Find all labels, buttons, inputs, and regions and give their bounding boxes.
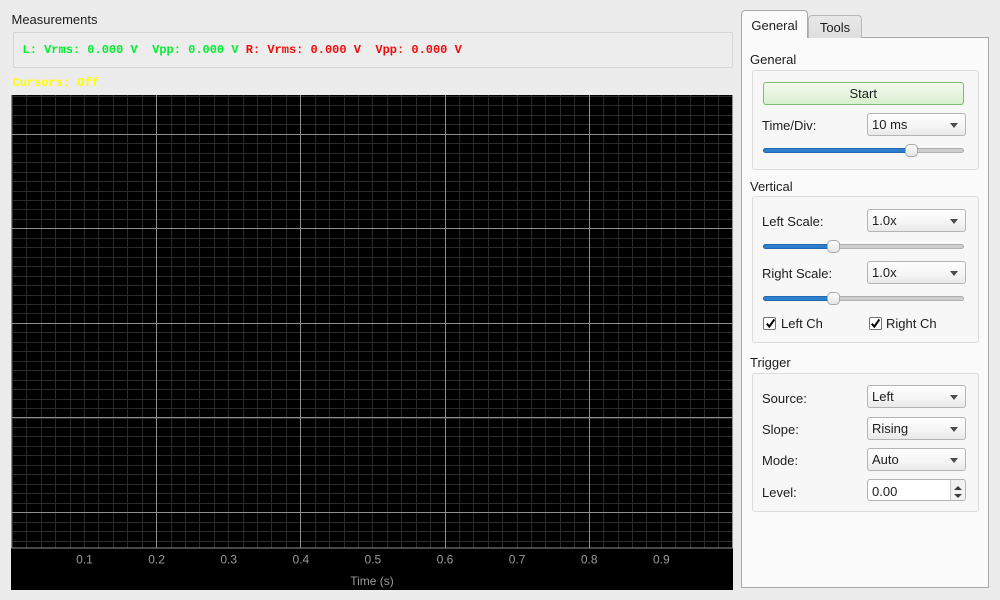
svg-text:0.9: 0.9 <box>653 552 670 566</box>
svg-text:0.6: 0.6 <box>437 552 454 566</box>
svg-text:0.7: 0.7 <box>509 552 526 566</box>
svg-text:Time (s): Time (s) <box>350 574 394 588</box>
svg-text:0.5: 0.5 <box>365 552 382 566</box>
svg-text:0.8: 0.8 <box>581 552 598 566</box>
svg-text:0.3: 0.3 <box>220 552 237 566</box>
svg-text:0.1: 0.1 <box>76 552 93 566</box>
svg-text:0.2: 0.2 <box>148 552 165 566</box>
svg-text:0.4: 0.4 <box>292 552 309 566</box>
